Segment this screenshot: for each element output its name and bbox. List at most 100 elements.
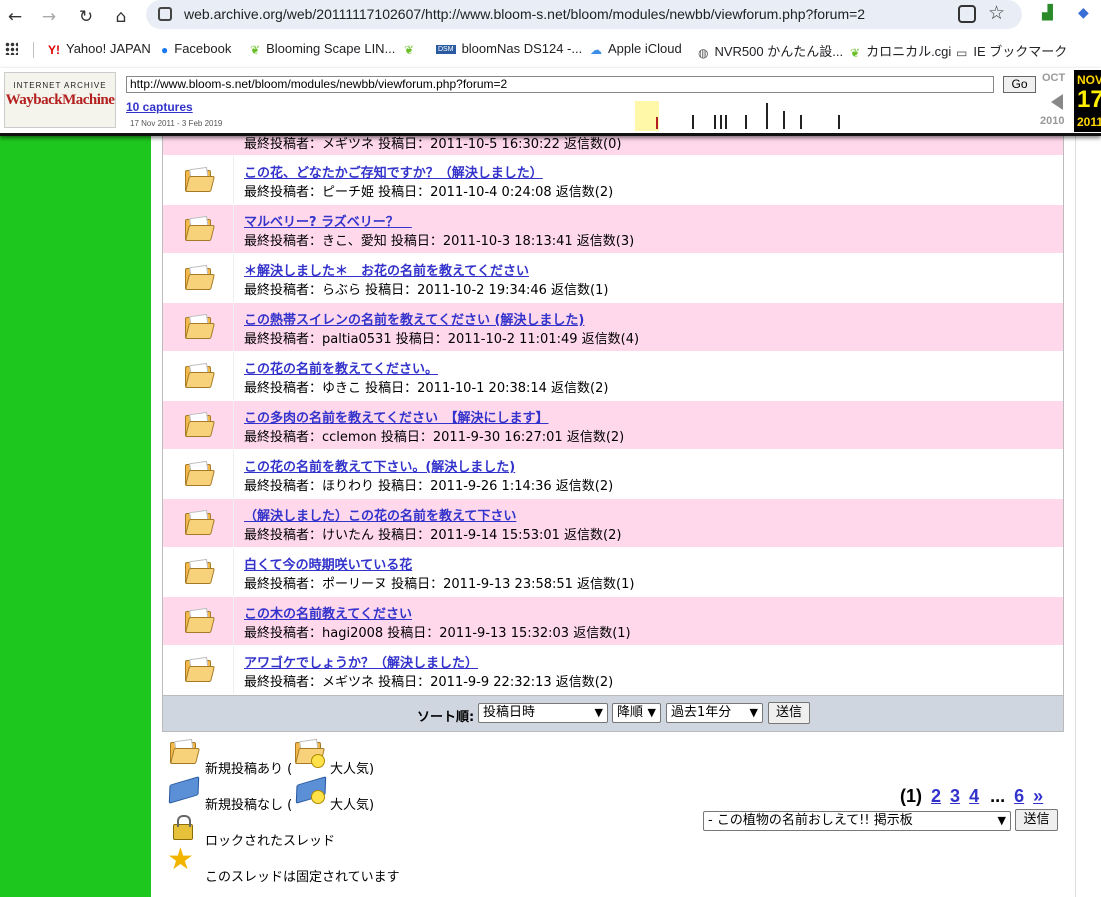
leaf-icon: ❦ — [850, 45, 861, 60]
bookmark-yahoo[interactable]: Y! Yahoo! JAPAN — [48, 41, 151, 57]
forum-jump-select[interactable]: - この植物の名前おしえて!! 掲示板 ▼ — [703, 811, 1011, 831]
left-sidebar — [0, 136, 151, 897]
wayback-logo-top: INTERNET ARCHIVE — [13, 81, 107, 90]
topic-meta: 最終投稿者：メギツネ 投稿日：2011-9-9 22:32:13 返信数(2) — [244, 675, 614, 690]
topic-title-link[interactable]: この木の名前教えてください — [244, 603, 412, 622]
topic-meta: 最終投稿者：cclemon 投稿日：2011-9-30 16:27:01 返信数… — [244, 430, 625, 445]
capture-tick[interactable] — [692, 115, 694, 129]
sort-order-select[interactable]: 降順 ▼ — [612, 703, 661, 723]
folder-icon — [185, 411, 215, 437]
wayback-logo[interactable]: INTERNET ARCHIVE WaybackMachine — [4, 72, 116, 128]
sort-order-value: 降順 — [617, 705, 644, 720]
bookmark-label: Facebook — [174, 41, 232, 56]
wayback-prev-arrow-icon[interactable] — [1051, 94, 1063, 110]
topic-title-link[interactable]: この花、どなたかご存知ですか？（解決しました） — [244, 162, 543, 181]
page-link[interactable]: 4 — [969, 786, 979, 806]
topic-icon-cell — [163, 548, 234, 596]
bookmark-canonical[interactable]: ❦ カロニカル.cgi — [850, 41, 951, 60]
wayback-captures-link[interactable]: 10 captures — [126, 100, 193, 114]
topic-row: この熱帯スイレンの名前を教えてください (解決しました) 最終投稿者：palti… — [163, 303, 1063, 352]
legend-locked: ロックされたスレッド — [205, 834, 336, 849]
address-bar[interactable]: web.archive.org/web/20111117102607/http:… — [146, 0, 1022, 29]
home-icon[interactable]: ⌂ — [108, 4, 134, 30]
capture-tick[interactable] — [783, 111, 785, 129]
lens-icon[interactable] — [958, 5, 976, 23]
capture-tick[interactable] — [766, 103, 768, 129]
bookmark-separator — [33, 42, 34, 58]
bookmark-label: カロニカル.cgi — [866, 44, 952, 59]
topic-row: この花、どなたかご存知ですか？（解決しました） 最終投稿者：ピーチ姫 投稿日：2… — [163, 156, 1063, 205]
sort-submit-button[interactable]: 送信 — [768, 702, 810, 724]
page-link[interactable]: 3 — [950, 786, 960, 806]
forward-icon[interactable]: → — [36, 4, 62, 30]
capture-tick[interactable] — [800, 115, 802, 129]
capture-tick[interactable] — [745, 115, 747, 129]
wayback-go-button[interactable]: Go — [1003, 76, 1036, 93]
right-border — [1075, 136, 1076, 897]
sort-period-select[interactable]: 過去1年分 ▼ — [666, 703, 763, 723]
topic-icon-cell — [163, 303, 234, 351]
folder-icon — [185, 656, 215, 682]
topic-title-link[interactable]: 白くて今の時期咲いている花 — [244, 554, 412, 573]
wayback-prev-month[interactable]: OCT — [1042, 72, 1065, 84]
sort-period-value: 過去1年分 — [671, 705, 732, 720]
topic-title-link[interactable]: この多肉の名前を教えてください 【解決にします】 — [244, 407, 548, 426]
extension-diamond-icon[interactable]: ◆ — [1078, 5, 1089, 21]
bookmark-label: bloomNas DS124 -... — [461, 41, 583, 56]
extension-chart-icon[interactable]: ▟ — [1042, 5, 1053, 21]
wayback-url-input[interactable]: http://www.bloom-s.net/bloom/modules/new… — [126, 76, 994, 93]
bookmark-facebook[interactable]: ● Facebook — [161, 41, 231, 57]
capture-tick[interactable] — [838, 115, 840, 129]
folder-icon — [185, 264, 215, 290]
bookmark-label: Blooming Scape LIN... — [266, 41, 396, 56]
topic-title-link[interactable]: （解決しました）この花の名前を教えて下さい — [244, 505, 516, 524]
page-link[interactable]: 2 — [931, 786, 941, 806]
capture-tick[interactable] — [656, 117, 658, 129]
page-link-last[interactable]: 6 — [1014, 786, 1024, 806]
bookmark-icloud[interactable]: ☁ Apple iCloud — [590, 41, 682, 57]
topic-row: この多肉の名前を教えてください 【解決にします】 最終投稿者：cclemon 投… — [163, 401, 1063, 450]
page-content: 最終投稿者：メギツネ 投稿日：2011-10-5 16:30:22 返信数(0)… — [0, 136, 1101, 897]
topic-title-link[interactable]: アワゴケでしょうか？（解決しました） — [244, 652, 478, 671]
bookmark-nvr500[interactable]: ◍ NVR500 かんたん設... — [698, 41, 843, 60]
wayback-logo-main: WaybackMachine — [5, 92, 115, 108]
site-info-icon[interactable] — [158, 7, 172, 21]
bookmark-blooming-scape[interactable]: ❦ Blooming Scape LIN... — [250, 41, 395, 57]
page-next-link[interactable]: » — [1033, 786, 1043, 806]
wayback-sparkline[interactable] — [245, 101, 1035, 131]
wayback-date-range: 17 Nov 2011 - 3 Feb 2019 — [130, 119, 223, 128]
topic-meta: 最終投稿者：らぶら 投稿日：2011-10-2 19:34:46 返信数(1) — [244, 283, 609, 298]
reload-icon[interactable]: ↻ — [73, 4, 99, 30]
topic-title-link[interactable]: この花の名前を教えてください。 — [244, 358, 438, 377]
topic-title-link[interactable]: ＊解決しました＊ お花の名前を教えてください — [244, 260, 529, 279]
apps-grid-icon[interactable] — [5, 42, 18, 55]
bookmark-star-icon[interactable]: ☆ — [988, 2, 1005, 24]
smiley-icon — [311, 754, 325, 768]
topic-meta: 最終投稿者：ほりわり 投稿日：2011-9-26 1:14:36 返信数(2) — [244, 479, 614, 494]
capture-tick[interactable] — [714, 115, 716, 129]
back-icon[interactable]: ← — [2, 4, 28, 30]
address-url[interactable]: web.archive.org/web/20111117102607/http:… — [184, 6, 865, 22]
bookmark-label: IE ブックマーク — [973, 44, 1068, 59]
bookmark-leaf[interactable]: ❦ — [404, 41, 420, 57]
topic-list: 最終投稿者：メギツネ 投稿日：2011-10-5 16:30:22 返信数(0)… — [162, 136, 1064, 732]
wayback-prev-year[interactable]: 2010 — [1040, 115, 1064, 127]
forum-jump-submit-button[interactable]: 送信 — [1015, 809, 1058, 831]
sort-field-select[interactable]: 投稿日時 ▼ — [478, 703, 608, 723]
facebook-icon: ● — [161, 42, 169, 57]
folder-icon: ▭ — [956, 45, 968, 60]
topic-icon-cell — [163, 205, 234, 253]
topic-icon-cell — [163, 352, 234, 400]
topic-title-link[interactable]: マルベリー? ラズベリー？ — [244, 211, 412, 230]
topic-meta: 最終投稿者：ピーチ姫 投稿日：2011-10-4 0:24:08 返信数(2) — [244, 185, 614, 200]
bookmark-bloomnas[interactable]: DSM bloomNas DS124 -... — [436, 41, 582, 56]
topic-meta: 最終投稿者：ゆきこ 投稿日：2011-10-1 20:38:14 返信数(2) — [244, 381, 609, 396]
bookmark-ie-folder[interactable]: ▭ IE ブックマーク — [956, 41, 1067, 60]
capture-tick[interactable] — [725, 115, 727, 129]
current-month: NOV — [1077, 73, 1101, 87]
topic-title-link[interactable]: この花の名前を教えて下さい。(解決しました) — [244, 456, 515, 475]
topic-title-link[interactable]: この熱帯スイレンの名前を教えてください (解決しました) — [244, 309, 584, 328]
chevron-down-icon: ▼ — [647, 706, 656, 719]
capture-tick[interactable] — [720, 115, 722, 129]
topic-icon-cell — [163, 156, 234, 204]
